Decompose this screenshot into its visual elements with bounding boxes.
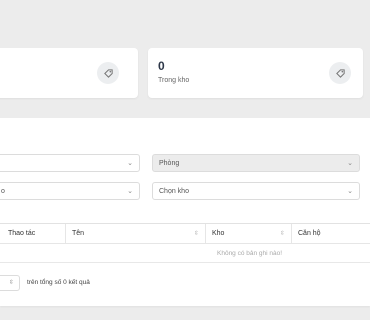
column-header-name-label: Tên <box>72 230 85 237</box>
chevron-down-icon: ⌄ <box>347 160 353 167</box>
column-header-warehouse[interactable]: Kho ⇳ <box>206 224 292 243</box>
tag-icon <box>329 62 351 84</box>
filter-select-left-top[interactable]: ⌄ <box>0 154 140 172</box>
page-size-chevron-icon: ⇳ <box>8 280 14 286</box>
column-header-apartment[interactable]: Căn hộ <box>292 224 370 243</box>
column-header-actions: Thao tác <box>2 224 66 243</box>
chevron-down-icon: ⌄ <box>127 188 133 195</box>
warehouse-select[interactable]: Chọn kho ⌄ <box>152 182 360 200</box>
chevron-down-icon: ⌄ <box>127 160 133 167</box>
stat-label: Trong kho <box>158 77 190 84</box>
warehouse-select-value: Chọn kho <box>159 187 189 195</box>
filter-select-left-bottom-value: o <box>1 187 5 195</box>
header-bottom-border <box>0 243 370 244</box>
column-header-actions-label: Thao tác <box>8 230 36 237</box>
results-summary: trên tổng số 0 kết quả <box>27 279 90 286</box>
empty-table-message: Không có bản ghi nào! <box>217 250 283 257</box>
stat-card-in-stock: 0 Trong kho <box>148 48 363 98</box>
sort-icon[interactable]: ⇳ <box>194 230 199 237</box>
column-header-apartment-label: Căn hộ <box>298 230 321 237</box>
room-select-value: Phòng <box>159 159 180 167</box>
column-header-name[interactable]: Tên ⇳ <box>66 224 206 243</box>
tag-icon <box>97 62 119 84</box>
chevron-down-icon: ⌄ <box>347 188 353 195</box>
page-size-select[interactable]: ⇳ <box>0 275 20 291</box>
main-panel: ⌄ Phòng ⌄ o ⌄ Chọn kho ⌄ Thao tác Tên ⇳ … <box>0 118 370 306</box>
room-select[interactable]: Phòng ⌄ <box>152 154 360 172</box>
filter-select-left-bottom[interactable]: o ⌄ <box>0 182 140 200</box>
footer-divider <box>0 262 370 263</box>
data-table: Thao tác Tên ⇳ Kho ⇳ Căn hộ Không có bản… <box>0 223 370 263</box>
stat-value: 0 <box>158 59 165 73</box>
sort-icon[interactable]: ⇳ <box>280 230 285 237</box>
stat-card-left <box>0 48 138 98</box>
column-header-warehouse-label: Kho <box>212 230 225 237</box>
